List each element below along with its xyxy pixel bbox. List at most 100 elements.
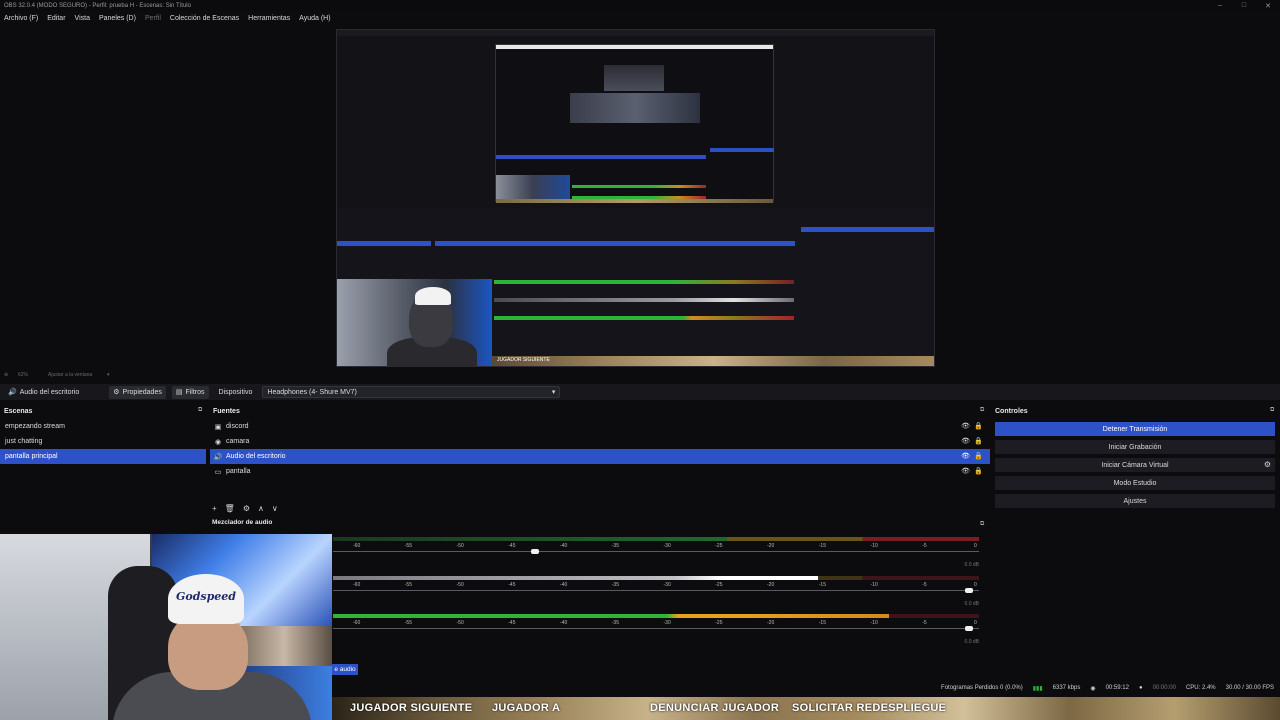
volume-db: 0.0 dB bbox=[964, 601, 979, 607]
sources-list: ▣ discord 👁 🔒 ◉ camara 👁 🔒 🔊 Audio del escritorio… bbox=[210, 419, 990, 489]
meter-tick-label: -25 bbox=[715, 582, 723, 588]
game-hud-text: SOLICITAR REDESPLIEGUE bbox=[792, 702, 947, 714]
zoom-percent[interactable]: 62% bbox=[18, 372, 28, 378]
meter-tick-label: -15 bbox=[818, 620, 826, 626]
nested-image bbox=[604, 65, 664, 91]
mixer-channel: -60 -55 -50 -45 -40 -35 -30 -25 -20 -15 -10 -5 0 0.0 … bbox=[333, 576, 984, 616]
menu-item-1[interactable]: Editar bbox=[47, 15, 65, 22]
control-label: Iniciar Cámara Virtual bbox=[1101, 461, 1169, 469]
menu-item-7[interactable]: Ayuda (H) bbox=[299, 15, 330, 22]
menu-item-5[interactable]: Colección de Escenas bbox=[170, 15, 239, 22]
meter-tick-label: -5 bbox=[922, 620, 927, 626]
close-button[interactable]: ✕ bbox=[1256, 0, 1280, 11]
speaker-icon: 🔊 bbox=[8, 389, 17, 396]
source-properties-button[interactable]: ⚙ bbox=[243, 504, 250, 513]
gear-icon[interactable]: ⚙ bbox=[1264, 460, 1271, 469]
volume-slider-handle[interactable] bbox=[964, 626, 973, 631]
float-icon[interactable]: ⧉ bbox=[198, 407, 202, 414]
nested-preview bbox=[495, 44, 774, 203]
settings-button[interactable]: Ajustes bbox=[995, 494, 1275, 508]
float-icon[interactable]: ⧉ bbox=[1270, 407, 1274, 414]
meter-tick-label: -60 bbox=[353, 543, 361, 549]
selected-source-name: Audio del escritorio bbox=[19, 388, 80, 396]
source-item[interactable]: ▭ pantalla 👁 🔒 bbox=[210, 464, 990, 479]
volume-slider[interactable] bbox=[333, 628, 979, 629]
eye-icon[interactable]: 👁 bbox=[961, 422, 970, 430]
scene-item[interactable]: empezando stream bbox=[0, 419, 206, 434]
program-preview[interactable]: JUGADOR SIGUIENTE bbox=[336, 29, 935, 367]
start-virtual-camera-button[interactable]: Iniciar Cámara Virtual ⚙ bbox=[995, 458, 1275, 472]
eye-icon[interactable]: 👁 bbox=[961, 467, 970, 475]
nested-ground bbox=[496, 199, 773, 203]
camera-icon: ◉ bbox=[214, 438, 222, 446]
meter-tick-label: -40 bbox=[560, 543, 568, 549]
device-select[interactable]: Headphones (4- Shure MV7) ▾ bbox=[262, 386, 561, 398]
device-label: Dispositivo bbox=[218, 388, 253, 396]
meter-tick-label: -55 bbox=[404, 582, 412, 588]
control-label: Ajustes bbox=[1123, 497, 1147, 505]
captured-ground-text: JUGADOR SIGUIENTE bbox=[497, 357, 550, 363]
properties-button[interactable]: ⚙ Propiedades bbox=[109, 385, 166, 399]
bitrate: 6337 kbps bbox=[1052, 685, 1081, 691]
meter-tick-label: -45 bbox=[508, 582, 516, 588]
game-hud-text: JUGADOR A bbox=[492, 702, 561, 714]
control-label: Iniciar Grabación bbox=[1108, 443, 1162, 451]
speaker-icon: 🔊 bbox=[213, 453, 223, 461]
scene-item[interactable]: just chatting bbox=[0, 434, 206, 449]
window-controls: – □ ✕ bbox=[1208, 0, 1280, 11]
maximize-button[interactable]: □ bbox=[1232, 0, 1256, 11]
eye-icon[interactable]: 👁 bbox=[961, 437, 970, 445]
meter-tick-label: -30 bbox=[663, 543, 671, 549]
menu-item-4[interactable]: Perfil bbox=[145, 15, 161, 22]
source-item[interactable]: 🔊 Audio del escritorio 👁 🔒 bbox=[210, 449, 990, 464]
scene-item[interactable]: pantalla principal bbox=[0, 449, 206, 464]
volume-slider[interactable] bbox=[333, 551, 979, 552]
chevron-down-icon[interactable]: ▾ bbox=[107, 372, 110, 378]
captured-control-active bbox=[801, 227, 934, 232]
minimize-button[interactable]: – bbox=[1208, 0, 1232, 11]
lock-icon[interactable]: 🔒 bbox=[974, 467, 983, 475]
stream-time: 00:59:12 bbox=[1105, 685, 1129, 691]
dropped-frames: Fotogramas Perdidos 0 (0.0%) bbox=[941, 685, 1023, 691]
volume-slider-handle[interactable] bbox=[964, 588, 973, 593]
filters-button[interactable]: ▤ Filtros bbox=[171, 385, 209, 399]
context-bar: 🔊 Audio del escritorio ⚙ Propiedades ▤ F… bbox=[0, 384, 1280, 400]
source-label: discord bbox=[226, 423, 249, 430]
meter-tick-label: -20 bbox=[767, 620, 775, 626]
source-item[interactable]: ▣ discord 👁 🔒 bbox=[210, 419, 990, 434]
volume-slider-handle[interactable] bbox=[530, 549, 539, 554]
remove-source-button[interactable]: 🗑 bbox=[225, 504, 235, 513]
controls-dock-title: Controles bbox=[995, 407, 1028, 415]
eye-icon[interactable]: 👁 bbox=[961, 452, 970, 460]
menu-item-2[interactable]: Vista bbox=[75, 15, 90, 22]
lock-icon[interactable]: 🔒 bbox=[974, 422, 983, 430]
menu-item-6[interactable]: Herramientas bbox=[248, 15, 290, 22]
meter-tick-label: -50 bbox=[456, 543, 464, 549]
volume-slider[interactable] bbox=[333, 590, 979, 591]
menu-item-0[interactable]: Archivo (F) bbox=[4, 15, 38, 22]
add-source-button[interactable]: + bbox=[212, 504, 217, 513]
meter-ticks: -60 -55 -50 -45 -40 -35 -30 -25 -20 -15 -10 -5 0 bbox=[333, 543, 979, 550]
meter-tick-label: -40 bbox=[560, 620, 568, 626]
start-recording-button[interactable]: Iniciar Grabación bbox=[995, 440, 1275, 454]
float-icon[interactable]: ⧉ bbox=[980, 521, 984, 528]
stop-stream-button[interactable]: Detener Transmisión bbox=[995, 422, 1275, 436]
zoom-icon[interactable]: ⊕ bbox=[4, 372, 8, 378]
meter-tick-label: -10 bbox=[870, 582, 878, 588]
meter-tick-label: -55 bbox=[404, 543, 412, 549]
studio-mode-button[interactable]: Modo Estudio bbox=[995, 476, 1275, 490]
window-title: OBS 32.0.4 (MODO SEGURO) - Perfil: prueb… bbox=[4, 2, 191, 9]
captured-meter bbox=[494, 280, 794, 284]
zoom-row: ⊕ 62% Ajustar a la ventana ▾ bbox=[0, 370, 1280, 381]
lock-icon[interactable]: 🔒 bbox=[974, 437, 983, 445]
source-item[interactable]: ◉ camara 👁 🔒 bbox=[210, 434, 990, 449]
sources-toolbar: + 🗑 ⚙ ∧ ∨ bbox=[212, 502, 278, 514]
move-up-button[interactable]: ∧ bbox=[258, 504, 264, 513]
lock-icon[interactable]: 🔒 bbox=[974, 452, 983, 460]
game-ground-strip: JUGADOR SIGUIENTE JUGADOR A DENUNCIAR JUGA… bbox=[332, 697, 1280, 720]
fit-window-label[interactable]: Ajustar a la ventana bbox=[48, 372, 92, 378]
move-down-button[interactable]: ∨ bbox=[272, 504, 278, 513]
control-label: Modo Estudio bbox=[1113, 479, 1157, 487]
float-icon[interactable]: ⧉ bbox=[980, 407, 984, 414]
menu-item-3[interactable]: Paneles (D) bbox=[99, 15, 136, 22]
